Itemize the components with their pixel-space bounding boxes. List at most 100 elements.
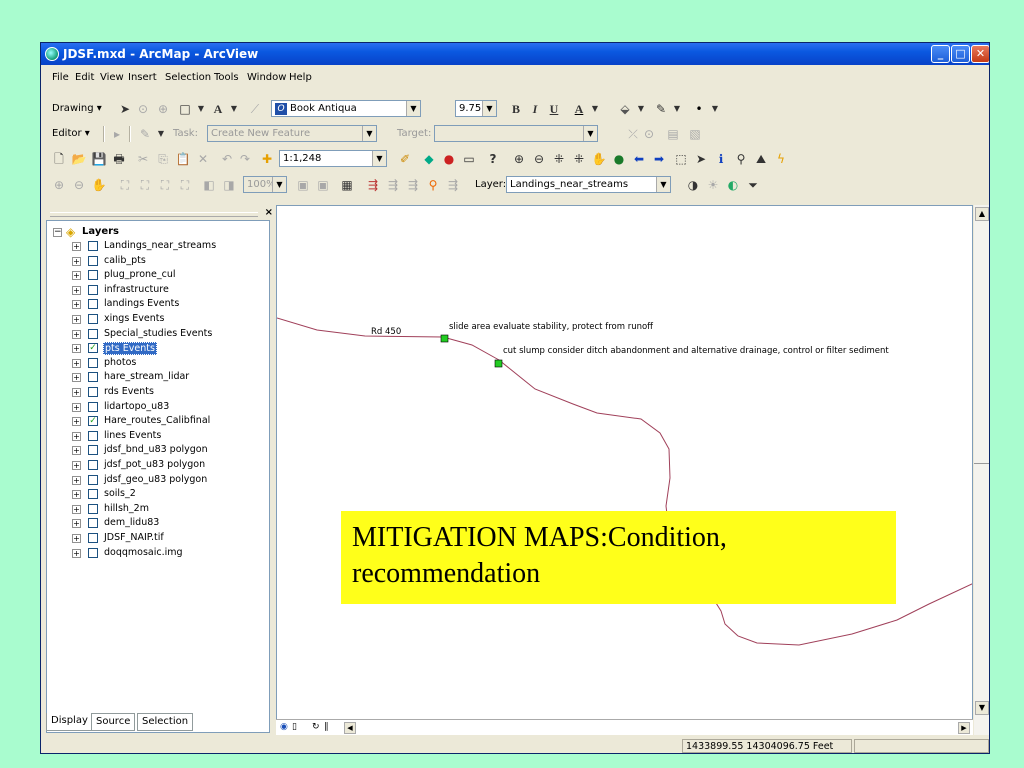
toggle-draft-mode-icon[interactable]: ▣: [295, 177, 311, 193]
expand-icon[interactable]: +: [72, 504, 81, 514]
fixed-zoom-in-icon[interactable]: ⁜: [551, 151, 567, 167]
forward-arrow-icon[interactable]: ➡: [651, 151, 667, 167]
expand-icon[interactable]: +: [72, 548, 81, 558]
edit-tool-icon[interactable]: ▸: [109, 126, 125, 142]
expand-icon[interactable]: +: [72, 388, 81, 397]
select-elements-icon[interactable]: ➤: [693, 151, 709, 167]
font-size-select[interactable]: 9.75 ▼: [455, 100, 497, 117]
brightness-icon[interactable]: ☀: [705, 177, 721, 193]
add-data-icon[interactable]: ✚: [259, 151, 275, 167]
expand-icon[interactable]: +: [72, 519, 81, 529]
drawing-menu[interactable]: Drawing ▾: [52, 103, 102, 114]
sketch-tool-icon[interactable]: ✎: [137, 126, 153, 142]
line-color-icon[interactable]: ✎: [653, 101, 669, 117]
scroll-left-icon[interactable]: ◀: [344, 722, 356, 734]
expand-icon[interactable]: +: [72, 300, 81, 310]
table-of-contents[interactable]: − ◈ Layers + Landings_near_streams + calib_…: [46, 220, 270, 733]
expand-icon[interactable]: +: [72, 344, 81, 354]
marker-color-icon[interactable]: •: [691, 101, 707, 117]
layer-visibility-checkbox[interactable]: [88, 299, 98, 310]
measure-icon[interactable]: ⛰: [753, 151, 769, 167]
layer-visibility-checkbox[interactable]: ✓: [88, 416, 98, 427]
layer-visibility-checkbox[interactable]: [88, 445, 98, 456]
expand-icon[interactable]: +: [72, 315, 81, 324]
layer-visibility-checkbox[interactable]: [88, 270, 98, 281]
layer-name[interactable]: hillsh_2m: [103, 503, 150, 514]
arccatalog-icon[interactable]: ●: [441, 151, 457, 167]
layer-visibility-checkbox[interactable]: [88, 328, 98, 339]
layer-name[interactable]: soils_2: [103, 488, 137, 499]
chevron-down-icon[interactable]: ▼: [633, 101, 649, 117]
expand-icon[interactable]: +: [72, 446, 81, 456]
whats-this-help-icon[interactable]: ?: [485, 151, 501, 167]
split-tool-icon[interactable]: ⤫: [625, 126, 641, 142]
swipe-layer-icon[interactable]: ⏷: [745, 177, 761, 193]
chevron-down-icon[interactable]: ▼: [583, 126, 597, 141]
layer-visibility-checkbox[interactable]: [88, 387, 98, 397]
layer-visibility-checkbox[interactable]: [88, 372, 98, 383]
command-line-icon[interactable]: ▭: [461, 151, 477, 167]
open-folder-icon[interactable]: 📂: [71, 151, 87, 167]
layout-zoom-out-icon[interactable]: ⊖: [71, 177, 87, 193]
transparency-icon[interactable]: ◐: [725, 177, 741, 193]
print-icon[interactable]: 🖶: [111, 151, 127, 167]
layer-name[interactable]: JDSF_NAIP.tif: [103, 532, 165, 543]
layer-visibility-checkbox[interactable]: [88, 489, 98, 500]
chevron-down-icon[interactable]: ▼: [226, 101, 242, 117]
layer-name[interactable]: plug_prone_cul: [103, 269, 177, 280]
rotate-icon[interactable]: ⊙: [135, 101, 151, 117]
layer-visibility-checkbox[interactable]: [88, 314, 98, 324]
expand-icon[interactable]: +: [72, 329, 81, 339]
zoom-whole-page-icon[interactable]: ⊕: [155, 101, 171, 117]
layer-visibility-checkbox[interactable]: [88, 255, 98, 266]
hyperlink-icon[interactable]: ϟ: [773, 151, 789, 167]
tab-selection[interactable]: Selection: [137, 713, 194, 731]
layer-name[interactable]: rds Events: [103, 386, 155, 397]
back-arrow-icon[interactable]: ⬅: [631, 151, 647, 167]
layer-name[interactable]: Special_studies Events: [103, 328, 213, 339]
layer-name[interactable]: jdsf_pot_u83 polygon: [103, 459, 206, 470]
identify-route-icon[interactable]: ⚲: [425, 177, 441, 193]
italic-button[interactable]: I: [527, 101, 543, 117]
layer-name[interactable]: xings Events: [103, 313, 165, 324]
menu-view[interactable]: View: [100, 72, 124, 83]
layer-name[interactable]: lines Events: [103, 430, 162, 441]
zoom-100-icon[interactable]: ⛶: [137, 177, 153, 193]
chevron-down-icon[interactable]: ▼: [587, 101, 603, 117]
layer-visibility-checkbox[interactable]: [88, 357, 98, 368]
layout-zoom-in-icon[interactable]: ⊕: [51, 177, 67, 193]
layer-visibility-checkbox[interactable]: [88, 460, 98, 470]
expand-icon[interactable]: +: [72, 285, 81, 295]
scroll-down-icon[interactable]: ▼: [975, 701, 989, 715]
chevron-down-icon[interactable]: ▼: [707, 101, 723, 117]
chevron-down-icon[interactable]: ▼: [669, 101, 685, 117]
arctoolbox-icon[interactable]: ◆: [421, 151, 437, 167]
expand-icon[interactable]: +: [72, 358, 81, 368]
chevron-down-icon[interactable]: ▼: [406, 101, 420, 116]
layer-name[interactable]: lidartopo_u83: [103, 401, 170, 412]
editor-menu[interactable]: Editor ▾: [52, 128, 90, 139]
close-button[interactable]: ✕: [971, 45, 989, 63]
layer-name[interactable]: jdsf_bnd_u83 polygon: [103, 444, 209, 455]
tab-source[interactable]: Source: [91, 713, 136, 731]
delete-icon[interactable]: ✕: [195, 151, 211, 167]
layer-visibility-checkbox[interactable]: [88, 474, 98, 485]
expand-icon[interactable]: +: [72, 534, 81, 543]
layout-view-icon[interactable]: ▯: [292, 722, 297, 732]
full-extent-globe-icon[interactable]: ●: [611, 151, 627, 167]
layer-name[interactable]: pts Events: [103, 342, 157, 356]
layout-pan-icon[interactable]: ✋: [91, 177, 107, 193]
next-extent-icon[interactable]: ◨: [221, 177, 237, 193]
save-icon[interactable]: 💾: [91, 151, 107, 167]
minimize-button[interactable]: _: [931, 45, 950, 63]
expand-icon[interactable]: +: [72, 256, 81, 266]
fixed-zoom-icon[interactable]: ⛶: [157, 177, 173, 193]
layer-name[interactable]: landings Events: [103, 298, 180, 309]
undo-icon[interactable]: ↶: [219, 151, 235, 167]
attributes-icon[interactable]: ▤: [665, 126, 681, 142]
font-name-select[interactable]: O Book Antiqua ▼: [271, 100, 421, 117]
contrast-icon[interactable]: ◑: [685, 177, 701, 193]
select-pointer-icon[interactable]: ➤: [117, 101, 133, 117]
collapse-icon[interactable]: −: [53, 228, 62, 237]
redo-icon[interactable]: ↷: [237, 151, 253, 167]
